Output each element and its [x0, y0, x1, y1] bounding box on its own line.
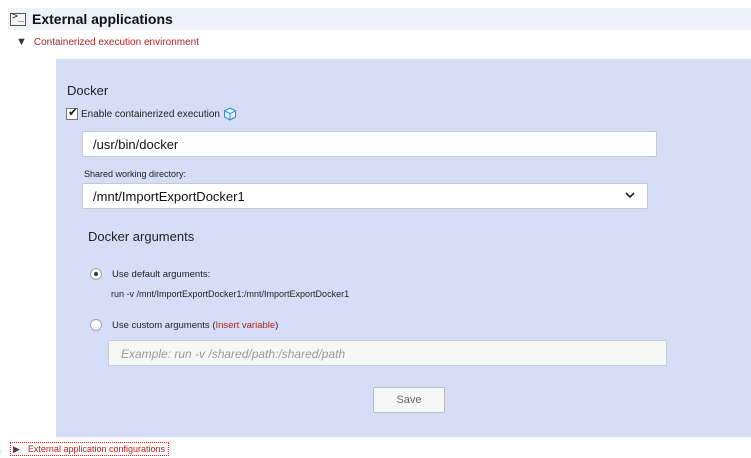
docker-title: Docker — [67, 83, 109, 98]
docker-panel: Docker Enable containerized execution /u… — [56, 59, 751, 437]
terminal-icon: >_ — [10, 11, 26, 26]
insert-variable-link[interactable]: Insert variable — [215, 320, 275, 331]
triangle-right-icon: ▶ — [13, 443, 20, 454]
section-label[interactable]: Containerized execution environment — [34, 37, 199, 48]
external-config-label[interactable]: External application configurations — [28, 444, 165, 454]
custom-args-label: Use custom arguments (Insert variable) — [112, 319, 279, 331]
custom-args-radio[interactable] — [90, 319, 102, 331]
shared-dir-label: Shared working directory: — [84, 169, 187, 179]
enable-containerized-checkbox[interactable] — [66, 105, 78, 120]
chevron-down-icon — [625, 192, 635, 199]
help-cube-icon[interactable] — [223, 107, 237, 121]
docker-path-input[interactable]: /usr/bin/docker — [82, 131, 657, 157]
enable-containerized-label: Enable containerized execution — [81, 108, 220, 120]
enable-row: Enable containerized execution — [66, 105, 237, 121]
custom-args-input[interactable]: Example: run -v /shared/path:/shared/pat… — [108, 340, 667, 366]
save-button[interactable]: Save — [373, 387, 445, 413]
default-args-command: run -v /mnt/ImportExportDocker1:/mnt/Imp… — [111, 289, 350, 299]
default-args-label: Use default arguments: — [112, 268, 211, 280]
custom-args-option[interactable]: Use custom arguments (Insert variable) — [90, 319, 278, 331]
docker-args-title: Docker arguments — [88, 229, 195, 244]
section-header: >_ External applications — [8, 8, 751, 30]
shared-dir-select[interactable]: /mnt/ImportExportDocker1 — [82, 183, 648, 209]
default-args-radio[interactable] — [90, 268, 102, 280]
containerized-section-toggle[interactable]: ▼ Containerized execution environment — [16, 36, 199, 48]
shared-dir-value: /mnt/ImportExportDocker1 — [93, 189, 245, 204]
page-title: External applications — [32, 11, 173, 27]
triangle-down-icon: ▼ — [16, 36, 27, 48]
default-args-option[interactable]: Use default arguments: — [90, 268, 210, 280]
external-config-toggle[interactable]: ▶ External application configurations — [10, 442, 170, 456]
